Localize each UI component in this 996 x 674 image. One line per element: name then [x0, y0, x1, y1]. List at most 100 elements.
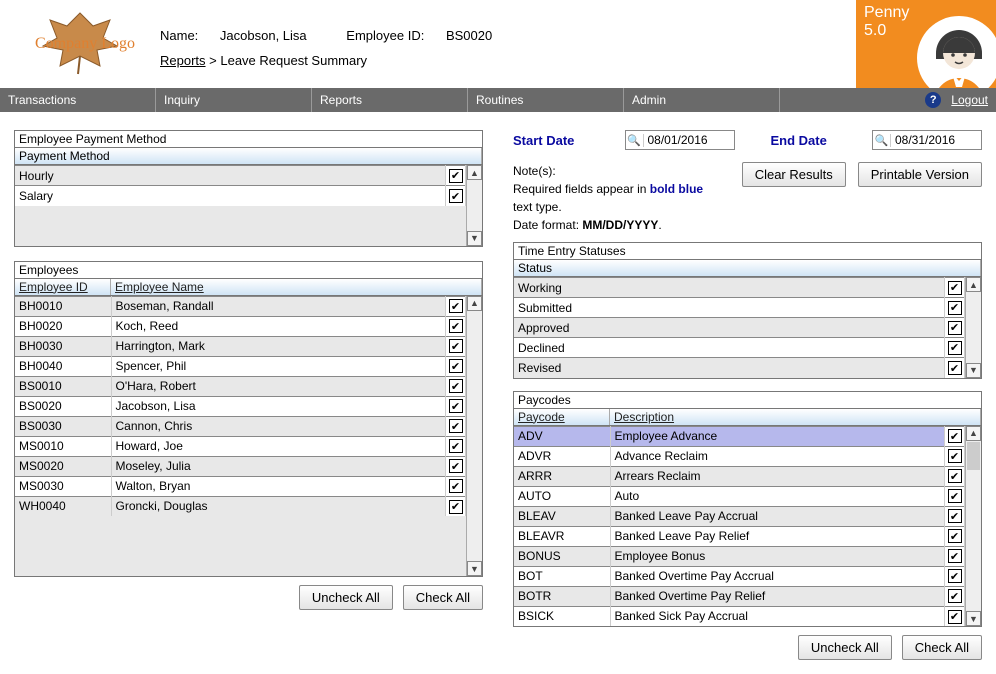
checkbox[interactable]: ✔ [948, 301, 962, 315]
end-date-label: End Date [771, 133, 841, 148]
employee-row[interactable]: BS0010O'Hara, Robert✔ [15, 376, 466, 396]
breadcrumb-reports-link[interactable]: Reports [160, 53, 206, 68]
employee-row[interactable]: BH0030Harrington, Mark✔ [15, 336, 466, 356]
search-icon[interactable]: 🔍 [626, 134, 644, 147]
checkbox[interactable]: ✔ [449, 189, 463, 203]
employee-row[interactable]: MS0030Walton, Bryan✔ [15, 476, 466, 496]
scroll-down-icon[interactable]: ▼ [467, 231, 482, 246]
menu-admin[interactable]: Admin [624, 88, 780, 112]
end-date-input[interactable] [891, 132, 976, 148]
paycode-row[interactable]: BLEAVRBanked Leave Pay Relief✔ [514, 526, 965, 546]
checkbox[interactable]: ✔ [449, 169, 463, 183]
employee-row[interactable]: BS0020Jacobson, Lisa✔ [15, 396, 466, 416]
pm-row[interactable]: Hourly✔ [15, 166, 466, 186]
status-row[interactable]: Revised✔ [514, 358, 965, 378]
printable-version-button[interactable]: Printable Version [858, 162, 982, 187]
employee-name: Spencer, Phil [111, 356, 446, 376]
help-icon[interactable]: ? [925, 92, 941, 108]
status-row[interactable]: Declined✔ [514, 338, 965, 358]
status-row[interactable]: Working✔ [514, 278, 965, 298]
checkbox[interactable]: ✔ [948, 529, 962, 543]
checkbox[interactable]: ✔ [948, 449, 962, 463]
status-row[interactable]: Approved✔ [514, 318, 965, 338]
checkbox[interactable]: ✔ [449, 399, 463, 413]
paycode-row[interactable]: ADVRAdvance Reclaim✔ [514, 446, 965, 466]
logout-link[interactable]: Logout [951, 93, 988, 107]
menu-reports[interactable]: Reports [312, 88, 468, 112]
checkbox[interactable]: ✔ [948, 569, 962, 583]
emp-uncheck-all-button[interactable]: Uncheck All [299, 585, 393, 610]
checkbox[interactable]: ✔ [449, 479, 463, 493]
status-row[interactable]: Submitted✔ [514, 298, 965, 318]
paycode-row[interactable]: AUTOAuto✔ [514, 486, 965, 506]
menu-transactions[interactable]: Transactions [0, 88, 156, 112]
start-date-lookup[interactable]: 🔍 [625, 130, 735, 150]
employee-row[interactable]: MS0020Moseley, Julia✔ [15, 456, 466, 476]
paycodes-col-code[interactable]: Paycode [514, 409, 610, 425]
emp-scrollbar[interactable]: ▲ ▼ [466, 296, 482, 577]
employee-row[interactable]: BH0040Spencer, Phil✔ [15, 356, 466, 376]
scroll-up-icon[interactable]: ▲ [966, 426, 981, 441]
paycode-row[interactable]: BOTRBanked Overtime Pay Relief✔ [514, 586, 965, 606]
pay-uncheck-all-button[interactable]: Uncheck All [798, 635, 892, 660]
checkbox[interactable]: ✔ [948, 361, 962, 375]
checkbox[interactable]: ✔ [948, 489, 962, 503]
employee-row[interactable]: MS0010Howard, Joe✔ [15, 436, 466, 456]
emp-check-all-button[interactable]: Check All [403, 585, 483, 610]
checkbox[interactable]: ✔ [449, 299, 463, 313]
employees-col-name[interactable]: Employee Name [111, 279, 482, 295]
checkbox[interactable]: ✔ [449, 500, 463, 514]
clear-results-button[interactable]: Clear Results [742, 162, 846, 187]
scroll-up-icon[interactable]: ▲ [966, 277, 981, 292]
paycode-row[interactable]: BOTBanked Overtime Pay Accrual✔ [514, 566, 965, 586]
checkbox[interactable]: ✔ [449, 339, 463, 353]
checkbox[interactable]: ✔ [449, 419, 463, 433]
employee-row[interactable]: BS0030Cannon, Chris✔ [15, 416, 466, 436]
paycode-row[interactable]: BSICKBanked Sick Pay Accrual✔ [514, 606, 965, 626]
checkbox[interactable]: ✔ [948, 589, 962, 603]
start-date-input[interactable] [644, 132, 729, 148]
menu-inquiry[interactable]: Inquiry [156, 88, 312, 112]
scroll-thumb[interactable] [967, 442, 980, 470]
employees-panel: Employees Employee ID Employee Name BH00… [14, 261, 483, 578]
employee-name: Jacobson, Lisa [111, 396, 446, 416]
checkbox[interactable]: ✔ [449, 439, 463, 453]
paycode-row[interactable]: BONUSEmployee Bonus✔ [514, 546, 965, 566]
checkbox[interactable]: ✔ [449, 359, 463, 373]
checkbox[interactable]: ✔ [948, 429, 962, 443]
scroll-up-icon[interactable]: ▲ [467, 296, 482, 311]
checkbox[interactable]: ✔ [449, 379, 463, 393]
scroll-down-icon[interactable]: ▼ [966, 363, 981, 378]
employee-row[interactable]: WH0040Groncki, Douglas✔ [15, 496, 466, 516]
end-date-lookup[interactable]: 🔍 [872, 130, 982, 150]
checkbox[interactable]: ✔ [948, 610, 962, 624]
scroll-down-icon[interactable]: ▼ [966, 611, 981, 626]
checkbox[interactable]: ✔ [948, 549, 962, 563]
checkbox[interactable]: ✔ [948, 281, 962, 295]
paycodes-col-desc[interactable]: Description [610, 409, 981, 425]
checkbox[interactable]: ✔ [449, 319, 463, 333]
paycode-row[interactable]: ARRRArrears Reclaim✔ [514, 466, 965, 486]
pay-check-all-button[interactable]: Check All [902, 635, 982, 660]
checkbox[interactable]: ✔ [948, 509, 962, 523]
employee-row[interactable]: BH0020Koch, Reed✔ [15, 316, 466, 336]
employees-grid: BH0010Boseman, Randall✔BH0020Koch, Reed✔… [15, 296, 466, 517]
checkbox[interactable]: ✔ [948, 469, 962, 483]
paycode-row[interactable]: ADVEmployee Advance✔ [514, 426, 965, 446]
checkbox[interactable]: ✔ [948, 341, 962, 355]
menu-routines[interactable]: Routines [468, 88, 624, 112]
status-scrollbar[interactable]: ▲ ▼ [965, 277, 981, 378]
checkbox[interactable]: ✔ [948, 321, 962, 335]
search-icon[interactable]: 🔍 [873, 134, 891, 147]
payment-method-col: Payment Method [15, 148, 482, 164]
paycodes-scrollbar[interactable]: ▲ ▼ [965, 426, 981, 627]
checkbox[interactable]: ✔ [449, 459, 463, 473]
paycode-row[interactable]: BLEAVBanked Leave Pay Accrual✔ [514, 506, 965, 526]
scroll-down-icon[interactable]: ▼ [467, 561, 482, 576]
pm-row[interactable]: Salary✔ [15, 186, 466, 206]
employee-id: BH0010 [15, 296, 111, 316]
scroll-up-icon[interactable]: ▲ [467, 165, 482, 180]
employee-row[interactable]: BH0010Boseman, Randall✔ [15, 296, 466, 316]
pm-scrollbar[interactable]: ▲ ▼ [466, 165, 482, 246]
employees-col-id[interactable]: Employee ID [15, 279, 111, 295]
